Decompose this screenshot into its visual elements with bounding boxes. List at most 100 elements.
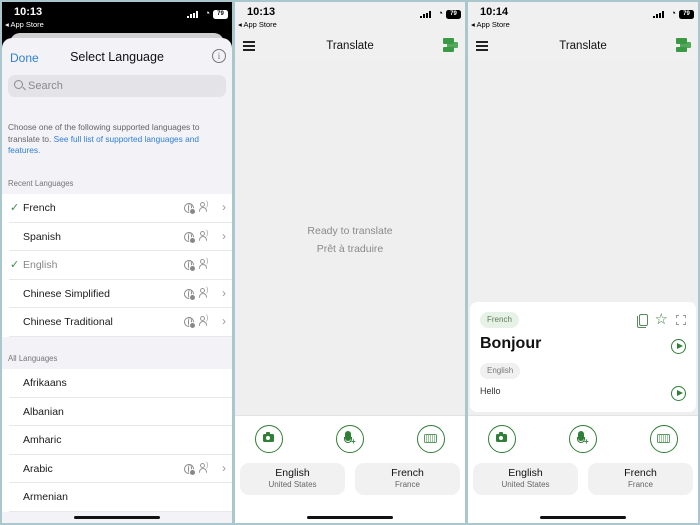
all-languages-header: All Languages bbox=[8, 354, 58, 363]
chevron-right-icon[interactable]: › bbox=[222, 314, 226, 328]
speech-support-icon: ) bbox=[199, 230, 210, 242]
language-sheet: Done Select Language i Choose one of the… bbox=[2, 38, 232, 523]
recent-languages-header: Recent Languages bbox=[8, 179, 74, 188]
copy-icon[interactable] bbox=[637, 314, 648, 328]
nav-title: Translate bbox=[326, 40, 374, 52]
target-language-name: French bbox=[391, 467, 424, 479]
target-language-button[interactable]: French France bbox=[588, 463, 693, 495]
battery-icon: 79 bbox=[679, 10, 694, 19]
language-name: French bbox=[23, 202, 56, 214]
status-bar: 10:13 ◂ App Store ◔ 79 bbox=[235, 2, 465, 34]
language-name: Albanian bbox=[23, 405, 64, 418]
keyboard-button[interactable] bbox=[650, 425, 678, 453]
target-language-name: French bbox=[624, 467, 657, 479]
source-language-name: English bbox=[508, 467, 543, 479]
language-row[interactable]: Chinese Traditional) › bbox=[2, 308, 232, 337]
conversation-icon[interactable] bbox=[443, 38, 458, 53]
fullscreen-icon[interactable] bbox=[676, 315, 686, 325]
sheet-title: Select Language bbox=[70, 50, 164, 64]
offline-download-globe-icon bbox=[184, 317, 196, 330]
speech-support-icon: ) bbox=[199, 462, 210, 474]
nav-bar: Translate bbox=[235, 34, 465, 60]
keyboard-icon bbox=[424, 434, 437, 443]
home-indicator bbox=[307, 516, 393, 519]
camera-button[interactable] bbox=[255, 425, 283, 453]
status-bar: 10:14 ◂ App Store ◔ 79 bbox=[468, 2, 698, 34]
back-to-app-link[interactable]: ◂ App Store bbox=[238, 20, 277, 29]
language-row[interactable]: ✓ English) bbox=[2, 251, 232, 280]
search-icon bbox=[14, 80, 23, 89]
language-name: Armenian bbox=[23, 491, 68, 504]
home-indicator bbox=[540, 516, 626, 519]
checkmark-icon: ✓ bbox=[10, 259, 20, 272]
status-time: 10:13 bbox=[14, 6, 43, 18]
translate-screen-result: 10:14 ◂ App Store ◔ 79 Translate French … bbox=[468, 2, 698, 523]
all-languages-list: Afrikaans Albanian Amharic Arabic) › Armenian bbox=[2, 369, 232, 512]
conversation-icon[interactable] bbox=[676, 38, 691, 53]
language-row[interactable]: Chinese Simplified) › bbox=[2, 280, 232, 309]
speech-support-icon: ) bbox=[199, 201, 210, 213]
language-row[interactable]: Arabic) › bbox=[2, 455, 232, 484]
checkmark-icon: ✓ bbox=[10, 202, 20, 214]
language-name: Amharic bbox=[23, 434, 62, 447]
chevron-right-icon[interactable]: › bbox=[222, 200, 226, 214]
source-language-name: English bbox=[275, 467, 310, 479]
language-name: English bbox=[23, 259, 58, 272]
battery-icon: 79 bbox=[213, 10, 228, 19]
translation-area[interactable]: Ready to translate Prêt à traduire bbox=[235, 60, 465, 415]
back-to-app-link[interactable]: ◂ App Store bbox=[471, 20, 510, 29]
play-translation-button[interactable] bbox=[671, 339, 686, 354]
search-field[interactable] bbox=[8, 75, 226, 97]
signal-icon bbox=[187, 11, 198, 18]
offline-download-globe-icon bbox=[184, 288, 196, 301]
translated-text: Bonjour bbox=[480, 335, 542, 352]
translation-card: French ☆ Bonjour English Hello bbox=[470, 302, 696, 412]
speech-support-icon: ) bbox=[199, 315, 210, 327]
original-text: Hello bbox=[480, 386, 501, 396]
offline-download-globe-icon bbox=[184, 463, 196, 476]
microphone-button[interactable] bbox=[569, 425, 597, 453]
language-row[interactable]: Amharic bbox=[2, 426, 232, 455]
play-original-button[interactable] bbox=[671, 386, 686, 401]
camera-icon bbox=[263, 432, 274, 442]
translation-area[interactable]: French ☆ Bonjour English Hello bbox=[468, 60, 698, 415]
translate-screen-idle: 10:13 ◂ App Store ◔ 79 Translate Ready t… bbox=[235, 2, 465, 523]
status-time: 10:13 bbox=[247, 6, 276, 18]
status-bar: 10:13 ◂ App Store ◔ 79 bbox=[2, 2, 232, 34]
target-language-button[interactable]: French France bbox=[355, 463, 460, 495]
chevron-right-icon[interactable]: › bbox=[222, 461, 226, 475]
recent-languages-list: ✓ French) › Spanish) › ✓ English) Chinese Simpl… bbox=[2, 194, 232, 337]
chevron-right-icon[interactable]: › bbox=[222, 229, 226, 243]
language-row[interactable]: ✓ French) › bbox=[2, 194, 232, 223]
nav-bar: Translate bbox=[468, 34, 698, 60]
home-indicator bbox=[74, 516, 160, 519]
back-to-app-link[interactable]: ◂ App Store bbox=[5, 20, 44, 29]
language-row[interactable]: Armenian bbox=[2, 483, 232, 512]
microphone-button[interactable] bbox=[336, 425, 364, 453]
source-language-button[interactable]: English United States bbox=[473, 463, 578, 495]
target-language-chip: French bbox=[480, 312, 519, 328]
offline-download-globe-icon bbox=[184, 203, 196, 215]
signal-icon bbox=[653, 11, 664, 18]
select-language-screen: 10:13 ◂ App Store ◔ 79 Done Select Langu… bbox=[2, 2, 232, 523]
search-input[interactable] bbox=[28, 75, 208, 97]
keyboard-button[interactable] bbox=[417, 425, 445, 453]
wifi-icon: ◔ bbox=[670, 8, 676, 18]
back-app-label: App Store bbox=[476, 20, 510, 29]
favorite-star-icon[interactable]: ☆ bbox=[655, 310, 668, 328]
language-name: Spanish bbox=[23, 230, 61, 243]
wifi-icon: ◔ bbox=[437, 8, 443, 18]
back-app-label: App Store bbox=[10, 20, 44, 29]
description-text: Choose one of the following supported la… bbox=[8, 122, 222, 157]
language-name: Arabic bbox=[23, 462, 53, 475]
language-row[interactable]: Albanian bbox=[2, 398, 232, 427]
language-row[interactable]: Spanish) › bbox=[2, 223, 232, 252]
source-language-button[interactable]: English United States bbox=[240, 463, 345, 495]
camera-icon bbox=[496, 432, 507, 442]
status-time: 10:14 bbox=[480, 6, 509, 18]
chevron-right-icon[interactable]: › bbox=[222, 286, 226, 300]
battery-icon: 79 bbox=[446, 10, 461, 19]
language-row[interactable]: Afrikaans bbox=[2, 369, 232, 398]
camera-button[interactable] bbox=[488, 425, 516, 453]
info-icon[interactable]: i bbox=[212, 49, 226, 63]
